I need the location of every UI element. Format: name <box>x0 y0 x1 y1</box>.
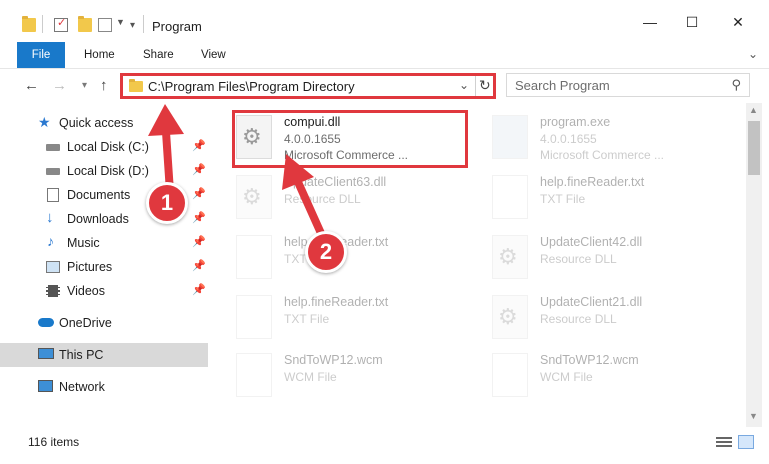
item-count: 116 items <box>28 435 80 449</box>
callout-1: 1 <box>146 182 188 224</box>
details-view-icon[interactable] <box>716 435 732 449</box>
large-icons-view-icon[interactable] <box>738 435 754 449</box>
callout-2: 2 <box>305 231 347 273</box>
annotation-arrows <box>148 104 328 244</box>
status-bar: 116 items <box>0 427 769 464</box>
arrow-1 <box>148 104 184 196</box>
arrow-2 <box>282 154 328 244</box>
